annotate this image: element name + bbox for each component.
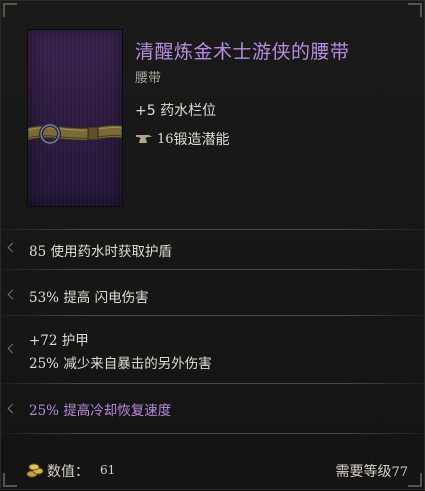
value-label: 数值： <box>47 464 89 480</box>
bullet-marker <box>7 403 18 414</box>
item-value: 61 <box>100 463 116 477</box>
anvil-icon <box>136 135 152 143</box>
affix-row: 85 使用药水时获取护盾 <box>29 240 172 260</box>
affix-text: 提高 闪电伤害 <box>63 290 149 306</box>
item-type: 腰带 <box>135 71 162 86</box>
item-header: 清醒炼金术士游侠的腰带 腰带 +5 药水栏位 16 锻造潜能 <box>1 1 425 229</box>
affix-text: 护甲 <box>61 333 89 349</box>
affix-row: +72 护甲 <box>29 329 89 349</box>
affix-value: 85 <box>29 244 47 260</box>
forge-potential: 16 锻造潜能 <box>135 129 230 149</box>
base-stat: +5 药水栏位 <box>135 103 217 119</box>
affix-text: 使用药水时获取护盾 <box>50 244 172 260</box>
forge-potential-label: 锻造潜能 <box>173 132 230 148</box>
affix-text: 提高冷却恢复速度 <box>63 403 172 419</box>
item-footer: 数值： 61 需要等级77 <box>1 449 425 491</box>
affix-row: 53% 提高 闪电伤害 <box>29 286 149 306</box>
affix-text: 减少来自暴击的另外伤害 <box>63 356 212 372</box>
bullet-marker <box>7 289 18 300</box>
affix-row: 25% 提高冷却恢复速度 <box>29 399 171 419</box>
bullet-marker <box>7 343 18 354</box>
divider <box>1 269 425 270</box>
affix-value: 25% <box>29 403 60 419</box>
affix-value: 25% <box>29 356 60 372</box>
affix-row: 25% 减少来自暴击的另外伤害 <box>29 352 212 372</box>
divider <box>1 229 425 230</box>
affix-value: +72 <box>29 333 58 349</box>
item-tooltip: 清醒炼金术士游侠的腰带 腰带 +5 药水栏位 16 锻造潜能 85 使用药水时获… <box>0 0 425 490</box>
item-name: 清醒炼金术士游侠的腰带 <box>135 41 350 63</box>
divider <box>1 315 425 316</box>
requirement-level: 77 <box>391 465 408 480</box>
bullet-marker <box>7 242 18 253</box>
item-icon-frame <box>27 29 123 207</box>
gold-coins-icon <box>26 463 44 478</box>
belt-icon <box>28 123 122 145</box>
divider <box>1 433 425 434</box>
affix-value: 53% <box>29 290 60 306</box>
divider <box>1 383 425 384</box>
requirement-label: 需要等级 <box>335 464 392 480</box>
forge-potential-value: 16 <box>157 131 174 147</box>
level-requirement: 需要等级77 <box>335 461 408 481</box>
